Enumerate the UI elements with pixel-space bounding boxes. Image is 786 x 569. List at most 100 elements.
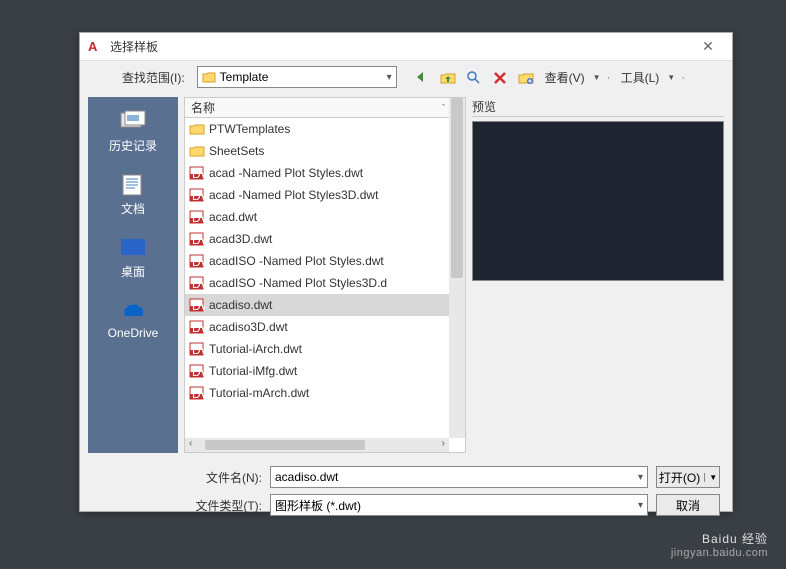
preview-canvas [472, 121, 724, 281]
file-row[interactable]: DWT Tutorial-mArch.dwt [185, 382, 465, 404]
file-row[interactable]: DWT acadISO -Named Plot Styles3D.d [185, 272, 465, 294]
dwt-icon: DWT [189, 254, 205, 268]
svg-text:DWT: DWT [192, 387, 205, 400]
scroll-thumb-h[interactable] [205, 440, 365, 450]
file-row[interactable]: DWT acad.dwt [185, 206, 465, 228]
svg-text:DWT: DWT [192, 365, 205, 378]
file-name: acad.dwt [209, 210, 257, 224]
cancel-button[interactable]: 取消 [656, 494, 720, 516]
svg-text:DWT: DWT [192, 167, 205, 180]
file-list[interactable]: 名称 ˆ PTWTemplates SheetSets DWT acad -Named… [184, 97, 466, 453]
file-name: PTWTemplates [209, 122, 290, 136]
dwt-icon: DWT [189, 210, 205, 224]
preview-label: 预览 [472, 97, 724, 117]
up-folder-button[interactable] [437, 66, 459, 88]
file-row[interactable]: DWT acad -Named Plot Styles3D.dwt [185, 184, 465, 206]
svg-text:DWT: DWT [192, 299, 205, 312]
scroll-right-icon[interactable]: › [442, 438, 445, 449]
file-row[interactable]: PTWTemplates [185, 118, 465, 140]
watermark-sub: jingyan.baidu.com [671, 547, 768, 559]
chevron-down-icon: ▾ [638, 500, 643, 511]
dwt-icon: DWT [189, 166, 205, 180]
filetype-value: 图形样板 (*.dwt) [275, 497, 361, 514]
file-dialog: A 选择样板 ✕ 查找范围(I): Template ▾ 查看(V) ▼ · 工… [79, 32, 733, 512]
list-header[interactable]: 名称 ˆ [185, 98, 465, 118]
look-in-label: 查找范围(I): [122, 69, 185, 86]
file-name: acad -Named Plot Styles.dwt [209, 166, 363, 180]
places-bar: 历史记录文档桌面 OneDrive [88, 97, 178, 453]
chevron-down-icon: ▾ [638, 472, 643, 483]
filetype-label: 文件类型(T): [190, 497, 262, 514]
folder-icon [189, 122, 205, 136]
file-name: SheetSets [209, 144, 264, 158]
folder-icon [189, 144, 205, 158]
sort-caret-icon: ˆ [442, 103, 445, 113]
titlebar: A 选择样板 ✕ [80, 33, 732, 61]
place-文档[interactable]: 文档 [117, 172, 149, 217]
menu-caret-icon: ▼ [667, 73, 675, 82]
place-桌面[interactable]: 桌面 [117, 235, 149, 280]
dwt-icon: DWT [189, 342, 205, 356]
place-OneDrive[interactable]: OneDrive [108, 298, 159, 340]
file-name: acadISO -Named Plot Styles.dwt [209, 254, 384, 268]
file-row[interactable]: DWT acadISO -Named Plot Styles.dwt [185, 250, 465, 272]
place-历史记录[interactable]: 历史记录 [109, 109, 157, 154]
place-label: 历史记录 [109, 137, 157, 154]
dialog-title: 选择样板 [110, 38, 692, 55]
scroll-thumb[interactable] [451, 98, 463, 278]
dwt-icon: DWT [189, 298, 205, 312]
file-name: Tutorial-iArch.dwt [209, 342, 302, 356]
delete-button[interactable] [489, 66, 511, 88]
app-icon: A [88, 39, 104, 55]
filename-value: acadiso.dwt [275, 470, 338, 484]
svg-text:DWT: DWT [192, 189, 205, 202]
back-button[interactable] [411, 66, 433, 88]
file-row[interactable]: DWT Tutorial-iArch.dwt [185, 338, 465, 360]
search-web-button[interactable] [463, 66, 485, 88]
file-name: Tutorial-mArch.dwt [209, 386, 309, 400]
file-name: acad3D.dwt [209, 232, 272, 246]
place-label: 文档 [121, 200, 145, 217]
column-name: 名称 [191, 99, 442, 116]
file-list-panel: 名称 ˆ PTWTemplates SheetSets DWT acad -Named… [184, 97, 466, 453]
preview-panel: 预览 [472, 93, 732, 453]
place-icon [117, 298, 149, 322]
new-folder-button[interactable] [515, 66, 537, 88]
file-row[interactable]: DWT acad3D.dwt [185, 228, 465, 250]
svg-text:DWT: DWT [192, 343, 205, 356]
dwt-icon: DWT [189, 320, 205, 334]
toolbar-icons: 查看(V) ▼ · 工具(L) ▼ · [411, 66, 688, 88]
scrollbar-horizontal[interactable]: ‹ › [185, 438, 449, 452]
look-in-dropdown[interactable]: Template ▾ [197, 66, 397, 88]
scrollbar-vertical[interactable] [449, 98, 465, 438]
svg-text:DWT: DWT [192, 277, 205, 290]
open-split-icon[interactable]: ▼ [704, 473, 717, 482]
file-name: acadiso.dwt [209, 298, 272, 312]
file-row[interactable]: SheetSets [185, 140, 465, 162]
dwt-icon: DWT [189, 364, 205, 378]
filetype-dropdown[interactable]: 图形样板 (*.dwt) ▾ [270, 494, 648, 516]
view-menu[interactable]: 查看(V) [541, 69, 589, 86]
scroll-left-icon[interactable]: ‹ [189, 438, 192, 449]
dwt-icon: DWT [189, 232, 205, 246]
file-name: acadISO -Named Plot Styles3D.d [209, 276, 387, 290]
file-row[interactable]: DWTacadiso3D.dwt [185, 316, 465, 338]
svg-text:DWT: DWT [192, 233, 205, 246]
place-label: OneDrive [108, 326, 159, 340]
toolbar: 查找范围(I): Template ▾ 查看(V) ▼ · 工具(L) ▼ · [80, 61, 732, 93]
place-icon [117, 172, 149, 196]
filename-input[interactable]: acadiso.dwt ▾ [270, 466, 648, 488]
file-row[interactable]: DWTTutorial-iMfg.dwt [185, 360, 465, 382]
svg-text:DWT: DWT [192, 211, 205, 224]
dwt-icon: DWT [189, 276, 205, 290]
file-row[interactable]: DWT acad -Named Plot Styles.dwt [185, 162, 465, 184]
open-button[interactable]: 打开(O) ▼ [656, 466, 720, 488]
bottom-controls: 文件名(N): acadiso.dwt ▾ 打开(O) ▼ 文件类型(T): 图… [80, 453, 732, 519]
svg-text:DWT: DWT [192, 255, 205, 268]
file-row[interactable]: DWT acadiso.dwt [185, 294, 465, 316]
file-name: acad -Named Plot Styles3D.dwt [209, 188, 378, 202]
tools-menu[interactable]: 工具(L) [617, 69, 664, 86]
watermark-main: Baidu 经验 [671, 530, 768, 547]
close-icon[interactable]: ✕ [692, 38, 724, 55]
look-in-value: Template [220, 70, 269, 84]
